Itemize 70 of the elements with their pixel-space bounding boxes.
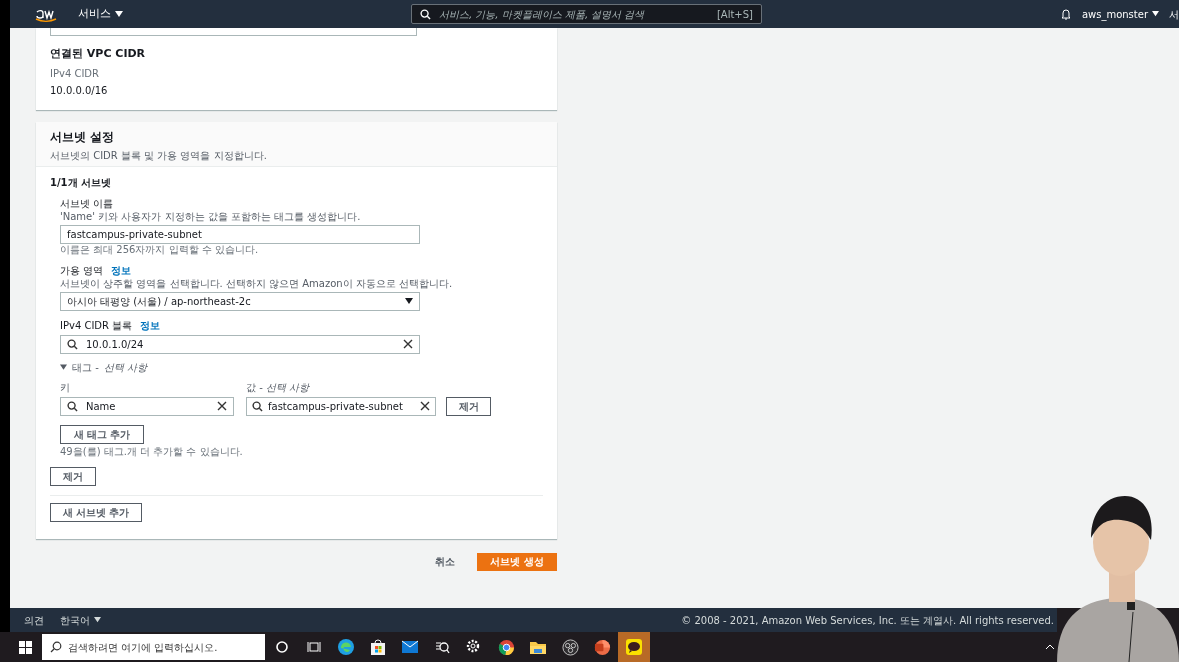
tag-value-field[interactable]: fastcampus-private-subnet (246, 396, 436, 416)
tags-remaining-note: 49을(를) 태그.개 더 추가할 수 있습니다. (60, 444, 244, 458)
browser-icon[interactable] (497, 638, 515, 656)
user-menu[interactable]: aws_monster (1081, 6, 1159, 22)
info-link[interactable]: 정보 (140, 317, 161, 333)
taskbar-search-bar[interactable]: 검색하려면 여기에 입력하십시오. (42, 634, 265, 660)
copyright-text: © 2008 - 2021, Amazon Web Services, Inc. 또는 계열사. All rights reserved. (681, 613, 1054, 628)
shortcut-hint: [Alt+S] (716, 7, 753, 22)
field-value: Name (86, 399, 117, 414)
circle-icon[interactable] (275, 640, 289, 654)
remove-subnet-button[interactable]: 제거 (50, 466, 96, 486)
column-label: 값 - 선택 사항 (246, 380, 310, 395)
field-label: IPv4 CIDR (50, 66, 101, 81)
region-menu[interactable]: 서 (1169, 6, 1179, 22)
search-icon (50, 641, 62, 653)
bell-icon[interactable] (1059, 8, 1072, 20)
field-label: 가용 영역 (60, 263, 104, 278)
windows-start-icon[interactable] (19, 640, 32, 654)
field-value: 10.0.0.0/16 (50, 83, 109, 98)
cancel-button[interactable]: 취소 (435, 554, 455, 569)
clear-icon[interactable] (217, 401, 227, 411)
add-subnet-button[interactable]: 새 서브넷 추가 (50, 502, 142, 522)
section-title: 연결된 VPC CIDR (50, 46, 147, 62)
chat-icon[interactable] (625, 638, 643, 656)
availability-zone-select[interactable]: 아시아 태평양 (서울) / ap-northeast-2c (60, 291, 420, 311)
feedback-link[interactable]: 의견 (24, 612, 44, 628)
clear-icon[interactable] (420, 401, 430, 411)
presentation-icon[interactable] (593, 638, 611, 656)
card-description: 서브넷의 CIDR 블록 및 가용 영역을 지정합니다. (50, 148, 268, 163)
search-field[interactable]: 서비스, 기능, 마켓플레이스 제품, 설명서 검색 (439, 6, 709, 22)
field-value: 10.0.1.0/24 (86, 337, 145, 352)
search-icon (252, 400, 263, 412)
mail-icon[interactable] (401, 640, 419, 654)
browser-icon[interactable] (337, 638, 355, 656)
task-view-icon[interactable] (307, 640, 321, 654)
taskbar-search-field[interactable]: 검색하려면 여기에 입력하십시오. (68, 639, 257, 655)
magnifier-icon[interactable] (434, 639, 450, 655)
field-value: fastcampus-private-subnet (268, 399, 404, 414)
search-bar[interactable]: 서비스, 기능, 마켓플레이스 제품, 설명서 검색 [Alt+S] (411, 4, 762, 24)
field-hint: 'Name' 키와 사용자가 지정하는 값을 포함하는 태그를 생성합니다. (60, 210, 362, 223)
search-icon (420, 8, 431, 20)
chevron-up-icon[interactable] (1045, 644, 1055, 650)
field-value: fastcampus-private-subnet (67, 227, 202, 242)
caret-icon (94, 617, 101, 623)
tags-toggle[interactable]: 태그 - 선택 사항 (60, 359, 147, 375)
caret-icon (405, 298, 413, 304)
caret-icon (60, 364, 67, 370)
cidr-field[interactable]: 10.0.1.0/24 (60, 334, 420, 354)
folder-icon[interactable] (529, 639, 547, 655)
subnet-name-field[interactable]: fastcampus-private-subnet (60, 224, 420, 244)
info-link[interactable]: 정보 (111, 262, 132, 278)
caret-icon (1152, 11, 1159, 17)
column-label: 키 (60, 380, 71, 395)
language-menu[interactable]: 한국어 (60, 612, 101, 628)
field-hint: 서브넷이 상주할 영역을 선택합니다. 선택하지 않으면 Amazon이 자동으로 선택합니다. (60, 277, 454, 290)
store-icon[interactable] (369, 638, 387, 656)
remove-tag-button[interactable]: 제거 (446, 396, 491, 416)
tag-key-field[interactable]: Name (60, 396, 234, 416)
field-label: 서브넷 이름 (60, 196, 115, 211)
field-constraint: 이름은 최대 256자까지 입력할 수 있습니다. (60, 243, 260, 256)
services-menu[interactable]: 서비스 (78, 5, 123, 23)
record-icon[interactable] (561, 638, 579, 656)
clear-icon[interactable] (403, 339, 413, 349)
add-tag-button[interactable]: 새 태그 추가 (60, 424, 144, 444)
search-icon (67, 338, 78, 350)
search-icon (67, 400, 78, 412)
caret-icon (115, 11, 123, 17)
subnet-count: 1/1개 서브넷 (50, 175, 113, 190)
card-title: 서브넷 설정 (50, 128, 116, 146)
field-label: IPv4 CIDR 블록 (60, 318, 133, 333)
